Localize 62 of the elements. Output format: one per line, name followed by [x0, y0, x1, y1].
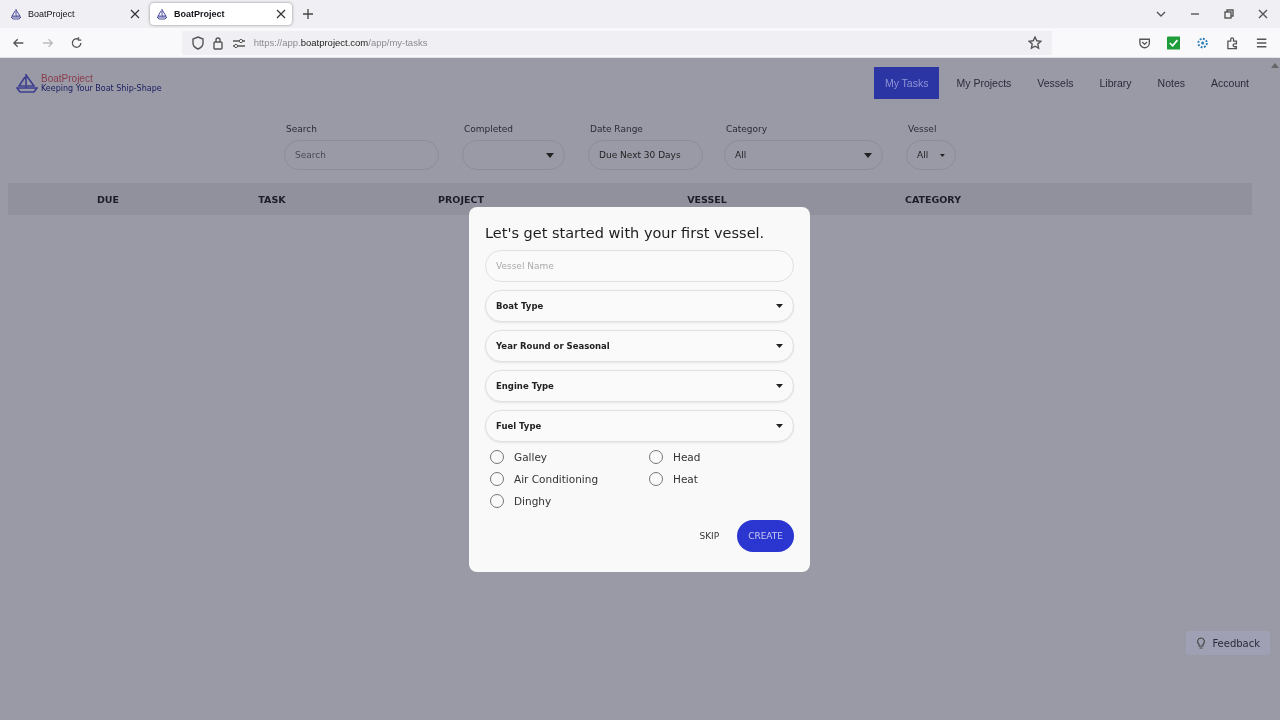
puzzle-icon[interactable]	[1225, 35, 1239, 50]
reload-icon[interactable]	[70, 35, 84, 50]
sailboat-icon	[16, 73, 38, 93]
nav-item[interactable]: My Projects	[947, 67, 1021, 99]
nav-item[interactable]: Notes	[1148, 67, 1195, 99]
filter-label: Vessel	[907, 124, 938, 134]
lightbulb-icon	[1196, 637, 1207, 649]
dropdown[interactable]: Engine Type	[485, 370, 794, 402]
create-button[interactable]: CREATE	[737, 520, 794, 552]
new-tab-icon[interactable]	[302, 8, 314, 20]
dropdown[interactable]: Fuel Type	[485, 410, 794, 442]
restore-icon[interactable]	[1223, 8, 1235, 20]
sailboat-icon	[10, 8, 22, 20]
close-icon[interactable]	[1257, 8, 1269, 20]
option-label: Head	[673, 451, 701, 463]
tab-title: BoatProject	[174, 9, 226, 19]
tab-title: BoatProject	[28, 9, 76, 19]
caret-down-icon	[776, 304, 783, 308]
dropdown[interactable]: Boat Type	[485, 290, 794, 322]
nav-item[interactable]: Vessels	[1028, 67, 1083, 99]
filter-label: Category	[725, 124, 769, 134]
option-label: Heat	[673, 473, 698, 485]
column-header: TASK	[257, 193, 287, 205]
logo-tagline: Keeping Your Boat Ship-Shape	[41, 84, 162, 93]
column-header: DUE	[95, 193, 121, 205]
caret-down-icon	[940, 152, 945, 158]
close-icon[interactable]	[276, 9, 286, 19]
sailboat-icon	[156, 8, 168, 20]
nav-item[interactable]: Account	[1202, 67, 1258, 99]
sliders-icon[interactable]	[231, 36, 246, 49]
caret-down-icon	[864, 152, 872, 158]
checkbox-extension-icon[interactable]	[1167, 35, 1181, 50]
dialog-title: Let's get started with your first vessel.	[485, 225, 766, 241]
nav-item[interactable]: My Tasks	[873, 67, 940, 99]
option-label: Galley	[514, 451, 548, 463]
caret-down-icon	[546, 152, 554, 158]
caret-down-icon	[776, 344, 783, 348]
column-header: VESSEL	[686, 193, 728, 205]
caret-down-icon	[776, 384, 783, 388]
option-label: Dinghy	[514, 495, 552, 507]
feedback-button[interactable]: Feedback	[1186, 631, 1270, 655]
vessel-name-field[interactable]: Vessel Name	[485, 250, 794, 282]
dropdown[interactable]: Year Round or Seasonal	[485, 330, 794, 362]
caret-down-icon	[776, 424, 783, 428]
filter-label: Search	[285, 124, 318, 134]
option-label: Air Conditioning	[514, 473, 599, 485]
star-icon[interactable]	[1027, 35, 1042, 50]
gear-extension-icon[interactable]	[1196, 35, 1210, 50]
browser-tab[interactable]: BoatProject	[4, 3, 146, 25]
lock-icon	[211, 35, 224, 50]
shield-icon	[191, 35, 204, 50]
column-header: PROJECT	[437, 193, 485, 205]
search-field[interactable]: Search	[284, 140, 439, 170]
column-header: CATEGORY	[903, 193, 963, 205]
filter-label: Date Range	[589, 124, 644, 134]
logo-name: BoatProject	[41, 73, 94, 84]
filter-label: Completed	[463, 124, 515, 134]
url-text[interactable]: https://app.boatproject.com/app/my-tasks	[253, 37, 428, 48]
skip-button[interactable]: SKIP	[695, 525, 724, 547]
nav-item[interactable]: Library	[1090, 67, 1141, 99]
browser-tab[interactable]: BoatProject	[150, 3, 292, 25]
close-icon[interactable]	[130, 9, 140, 19]
